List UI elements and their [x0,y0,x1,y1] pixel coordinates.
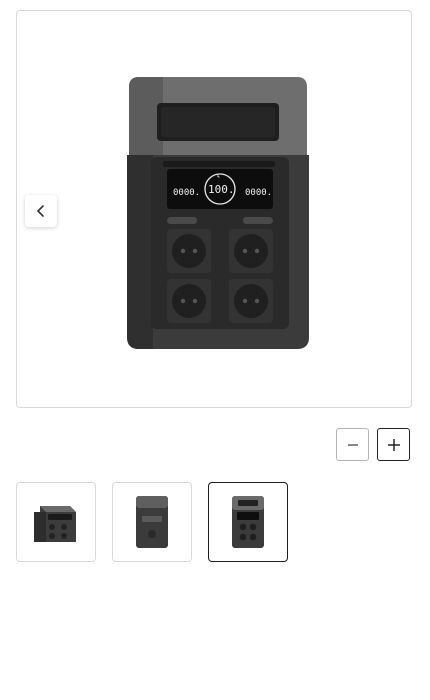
power-station-angle-view [34,506,76,542]
zoom-out-button[interactable] [336,428,369,461]
previous-image-button[interactable] [25,195,57,227]
thumbnail-strip [16,482,288,562]
zoom-controls [336,428,410,461]
minus-icon [347,443,358,446]
zoom-in-button[interactable] [377,428,410,461]
right-readout: 0000. [245,188,272,198]
plus-icon [387,438,400,451]
chevron-left-icon [37,205,44,217]
product-gallery: 0000. 100. % 0000. [16,10,412,408]
battery-readout: 100. [208,183,235,196]
thumbnail-front-view[interactable] [208,482,288,562]
thumbnail-angle-view[interactable] [16,482,96,562]
power-station-back-view [136,496,168,548]
thumbnail-back-view[interactable] [112,482,192,562]
left-readout: 0000. [173,188,200,198]
power-station-front-view [232,496,264,548]
product-image: 0000. 100. % 0000. [127,77,309,349]
